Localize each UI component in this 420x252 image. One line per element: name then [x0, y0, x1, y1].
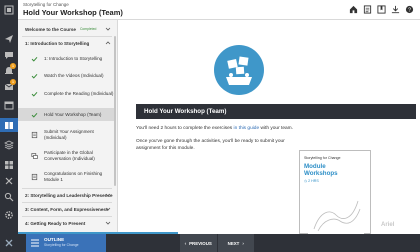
guide-link[interactable]: in this guide	[234, 126, 260, 131]
logo-icon[interactable]	[4, 5, 14, 15]
lesson-label: Complete the Reading (Individual)	[44, 91, 114, 96]
book-duration-text: 2 HRS	[308, 179, 319, 183]
lesson-submit-assignment[interactable]: Submit Your Assignment (Individual)	[18, 127, 114, 143]
bottom-toolbar: OUTLINE Storytelling for Change ‹ PREVIO…	[0, 234, 420, 252]
lesson-label: Submit Your Assignment (Individual)	[44, 129, 94, 140]
module-1-header[interactable]: 1: Introduction to Storytelling	[18, 37, 114, 49]
module-3-label: 3: Content, Form, and Expressiveness	[25, 206, 109, 212]
header-actions: ?	[349, 5, 414, 14]
help-icon[interactable]: ?	[405, 5, 414, 14]
intro-text-end: with your team.	[259, 126, 294, 131]
lesson-label: Hold Your Workshop (Team)	[44, 111, 102, 117]
module-2-label: 2: Storytelling and Leadership Presence	[25, 192, 113, 198]
book-title-line-2: Workshops	[304, 170, 338, 177]
layers-icon[interactable]	[4, 176, 14, 186]
chevron-left-icon: ‹	[184, 240, 187, 246]
welcome-section-label: Welcome to the Course	[25, 26, 76, 32]
book-duration: ◷ 2 HRS	[304, 179, 319, 183]
notes-icon[interactable]	[363, 5, 372, 14]
document-icon	[31, 131, 38, 139]
next-label: NEXT	[227, 240, 240, 246]
chevron-down-icon	[105, 27, 111, 31]
chevron-right-icon: ›	[242, 240, 244, 246]
next-button[interactable]: NEXT ›	[218, 234, 255, 252]
previous-button[interactable]: ‹ PREVIOUS	[180, 234, 218, 252]
page-header: Storytelling for Change Hold Your Worksh…	[18, 0, 420, 20]
workshop-illustration	[214, 45, 264, 95]
lesson-label: 1: Introduction to Storytelling	[44, 56, 103, 61]
chevron-down-icon	[105, 221, 111, 225]
list-icon	[31, 239, 39, 247]
book-title-line-1: Module	[304, 163, 326, 170]
outline-label: OUTLINE	[44, 237, 65, 242]
discussion-icon	[31, 153, 38, 160]
module-1-label: 1: Introduction to Storytelling	[25, 40, 90, 46]
chat-icon[interactable]	[4, 50, 14, 60]
lesson-title-banner: Hold Your Workshop (Team)	[136, 104, 416, 119]
settings-icon[interactable]	[4, 210, 14, 220]
breadcrumb[interactable]: Storytelling for Change	[23, 2, 69, 7]
mail-badge: 1	[10, 79, 16, 85]
lesson-label: Watch the Videos (Individual)	[44, 73, 104, 78]
lesson-label: Congratulations on Finishing Module 1	[44, 171, 103, 182]
grid-icon[interactable]	[4, 160, 14, 170]
book-series: Storytelling for Change	[304, 156, 341, 160]
lesson-label: Participate in the Global Conversation (…	[44, 150, 95, 161]
chevron-down-icon	[105, 193, 111, 197]
previous-label: PREVIOUS	[189, 240, 212, 246]
team-meeting-icon	[226, 56, 252, 85]
check-icon	[31, 73, 38, 80]
outline-button[interactable]: OUTLINE Storytelling for Change	[26, 234, 106, 252]
ariel-logo: Ariel	[381, 222, 395, 228]
notification-badge: 1	[10, 63, 16, 69]
lesson-complete-reading[interactable]: Complete the Reading (Individual)	[18, 86, 114, 102]
app-window: 1 1 Storytelling for Change Hold Your Wo…	[0, 0, 420, 252]
book-icon[interactable]	[4, 120, 14, 130]
intro-paragraph: You'll need 2 hours to complete the exer…	[136, 126, 306, 133]
chevron-up-icon	[105, 41, 111, 45]
book-cover-art	[308, 191, 364, 235]
stack-icon[interactable]	[4, 140, 14, 150]
bookmark-icon[interactable]	[377, 5, 386, 14]
check-icon	[31, 111, 38, 118]
sidebar-scrollbar[interactable]	[114, 36, 116, 186]
check-icon	[31, 91, 38, 98]
page-title: Hold Your Workshop (Team)	[23, 8, 123, 17]
lesson-intro[interactable]: 1: Introduction to Storytelling	[18, 51, 114, 67]
intro-text: You'll need 2 hours to complete the exer…	[136, 126, 234, 131]
outline-sublabel: Storytelling for Change	[44, 243, 79, 247]
workshop-guide-cover[interactable]: Storytelling for Change Module Workshops…	[299, 150, 371, 235]
welcome-section[interactable]: Welcome to the Course Completed	[18, 22, 114, 36]
book-title: Module Workshops	[304, 163, 338, 177]
completed-tag: Completed	[79, 27, 97, 31]
close-outline-icon[interactable]	[4, 238, 14, 248]
lesson-congratulations[interactable]: Congratulations on Finishing Module 1	[18, 169, 114, 185]
lesson-watch-videos[interactable]: Watch the Videos (Individual)	[18, 70, 114, 82]
lesson-navigation: ‹ PREVIOUS NEXT ›	[180, 234, 254, 252]
lesson-content: Hold Your Workshop (Team) You'll need 2 …	[119, 20, 420, 235]
next-steps-paragraph: Once you've gone through the activities,…	[136, 139, 285, 151]
lesson-hold-workshop[interactable]: Hold Your Workshop (Team)	[18, 108, 114, 121]
home-icon[interactable]	[349, 5, 358, 14]
module-4-label: 4: Getting Ready to Present	[25, 220, 86, 226]
module-2-header[interactable]: 2: Storytelling and Leadership Presence	[18, 189, 114, 201]
course-outline-sidebar: Welcome to the Course Completed 1: Intro…	[18, 20, 118, 234]
document-icon	[31, 173, 38, 181]
lesson-global-conversation[interactable]: Participate in the Global Conversation (…	[18, 148, 114, 164]
module-4-header[interactable]: 4: Getting Ready to Present	[18, 217, 114, 229]
chevron-down-icon	[105, 207, 111, 211]
svg-text:?: ?	[408, 7, 411, 13]
check-icon	[31, 56, 38, 63]
calendar-icon[interactable]	[4, 100, 14, 110]
left-nav-rail: 1 1	[0, 0, 18, 252]
download-icon[interactable]	[391, 5, 400, 14]
search-icon[interactable]	[4, 192, 14, 202]
send-icon[interactable]	[4, 34, 14, 44]
module-3-header[interactable]: 3: Content, Form, and Expressiveness	[18, 203, 114, 215]
lesson-title: Hold Your Workshop (Team)	[144, 107, 227, 115]
